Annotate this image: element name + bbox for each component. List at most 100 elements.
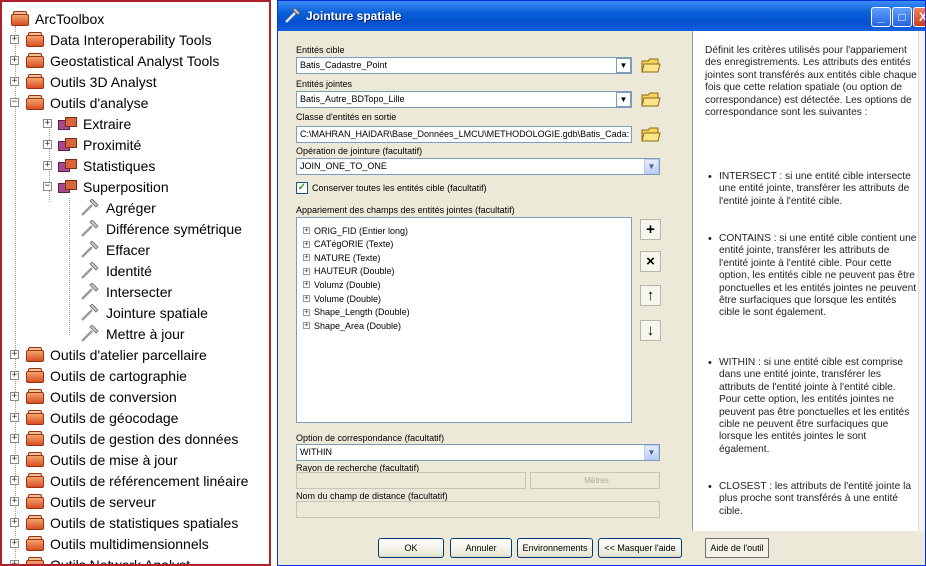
chevron-down-icon[interactable]: ▼ [644,159,659,174]
tree-tool-item[interactable]: Mettre à jour [78,323,185,344]
field-map-item[interactable]: + Volume (Double) [303,292,381,305]
field-map-list[interactable]: + ORIG_FID (Entier long) + CATégORIE (Texte… [296,217,632,423]
help-panel[interactable]: Définit les critères utilisés pour l'app… [692,31,925,531]
ok-button[interactable]: OK [378,538,444,558]
join-operation-select[interactable]: JOIN_ONE_TO_ONE [296,158,660,175]
field-map-item[interactable]: + NATURE (Texte) [303,251,380,264]
collapse-icon[interactable]: − [43,182,52,191]
expand-icon[interactable]: + [303,227,310,234]
tree-item-label: Intersecter [106,283,173,300]
add-field-button[interactable]: + [640,219,661,240]
field-map-item[interactable]: + Volumz (Double) [303,278,381,291]
expand-icon[interactable]: + [43,140,52,149]
expand-icon[interactable]: + [10,77,19,86]
help-scrollbar[interactable] [918,31,925,531]
tree-toolbox-item[interactable]: + Outils Network Analyst [10,554,191,566]
tree-toolbox-item[interactable]: + Outils de cartographie [10,365,187,386]
tree-toolbox-item[interactable]: − Outils d'analyse [10,92,148,113]
field-map-item[interactable]: + Shape_Area (Double) [303,319,401,332]
chevron-down-icon[interactable]: ▼ [616,58,631,73]
environments-button[interactable]: Environnements [517,538,593,558]
tree-tool-item[interactable]: Jointure spatiale [78,302,208,323]
tree-toolbox-item[interactable]: + Outils 3D Analyst [10,71,157,92]
expand-icon[interactable]: + [303,322,310,330]
move-up-button[interactable]: ↑ [640,285,661,306]
chevron-down-icon[interactable]: ▼ [616,92,631,107]
field-map-item[interactable]: + HAUTEUR (Double) [303,265,395,278]
join-features-input[interactable]: Batis_Autre_BDTopo_Lille [296,91,632,108]
tree-tool-item[interactable]: Intersecter [78,281,172,302]
expand-icon[interactable]: + [303,267,310,275]
tool-help-button[interactable]: Aide de l'outil [705,538,769,558]
expand-icon[interactable]: + [10,371,19,380]
tree-tool-item[interactable]: Différence symétrique [78,218,242,239]
expand-icon[interactable]: + [303,295,310,302]
tree-toolbox-item[interactable]: + Outils de statistiques spatiales [10,512,238,533]
field-name: Volumz (Double) [314,279,381,290]
expand-icon[interactable]: + [43,119,52,128]
collapse-icon[interactable]: − [10,98,19,107]
expand-icon[interactable]: + [10,518,19,527]
expand-icon[interactable]: + [10,539,19,548]
expand-icon[interactable]: + [10,476,19,485]
expand-icon[interactable]: + [10,455,19,464]
expand-icon[interactable]: + [10,56,19,65]
expand-icon[interactable]: + [10,392,19,401]
hammer-icon [81,240,99,258]
expand-icon[interactable]: + [43,161,52,170]
expand-icon[interactable]: + [10,350,19,359]
field-name: Shape_Length (Double) [314,307,410,318]
tree-toolbox-item[interactable]: + Geostatistical Analyst Tools [10,50,219,71]
distance-field-input [296,501,660,518]
output-features-input[interactable]: C:\MAHRAN_HAIDAR\Base_Données_LMCU\METHO… [296,126,632,143]
close-button[interactable]: X [913,7,925,27]
tree-tool-item[interactable]: Effacer [78,239,150,260]
match-option-select[interactable]: WITHIN [296,444,660,461]
field-map-item[interactable]: + CATégORIE (Texte) [303,238,393,251]
tree-toolbox-item[interactable]: + Outils multidimensionnels [10,533,209,554]
tree-toolbox-item[interactable]: + Outils de conversion [10,386,177,407]
tree-toolbox-item[interactable]: + Outils de serveur [10,491,156,512]
tree-toolset-item[interactable]: + Statistiques [43,155,155,176]
tree-item-label: Outils Network Analyst [50,556,191,566]
chevron-down-icon[interactable]: ▼ [644,445,659,460]
expand-icon[interactable]: + [303,240,310,248]
tree-toolbox-item[interactable]: + Outils de référencement linéaire [10,470,248,491]
tree-toolbox-item[interactable]: + Data Interoperability Tools [10,29,212,50]
expand-icon[interactable]: + [10,434,19,443]
dialog-titlebar[interactable]: Jointure spatiale [278,1,925,31]
tree-toolbox-item[interactable]: + Outils de mise à jour [10,449,178,470]
expand-icon[interactable]: + [303,308,310,316]
tree-item-label: Outils d'analyse [50,94,149,111]
remove-field-button[interactable]: × [640,251,661,272]
field-map-item[interactable]: + ORIG_FID (Entier long) [303,224,408,237]
move-down-button[interactable]: ↓ [640,320,661,341]
tree-tool-item[interactable]: Agréger [78,197,156,218]
keep-all-checkbox[interactable]: ✓ [296,182,308,194]
toolbox-root[interactable]: ArcToolbox [10,8,104,29]
tree-tool-item[interactable]: Identité [78,260,152,281]
tree-toolset-item[interactable]: + Extraire [43,113,131,134]
expand-icon[interactable]: + [10,413,19,422]
parameters-form: Entités cible Batis_Cadastre_Point ▼ Ent… [294,39,686,519]
hide-help-button[interactable]: << Masquer l'aide [598,538,682,558]
expand-icon[interactable]: + [10,35,19,44]
tree-toolset-item[interactable]: − Superposition [43,176,169,197]
toolbox-icon [25,31,45,48]
tree-toolbox-item[interactable]: + Outils d'atelier parcellaire [10,344,207,365]
expand-icon[interactable]: + [10,560,19,564]
minimize-button[interactable]: _ [871,7,891,27]
tree-toolbox-item[interactable]: + Outils de géocodage [10,407,178,428]
field-map-item[interactable]: + Shape_Length (Double) [303,306,410,319]
expand-icon[interactable]: + [303,281,310,289]
expand-icon[interactable]: + [303,254,310,262]
browse-target-folder-icon[interactable] [640,55,662,75]
tree-toolset-item[interactable]: + Proximité [43,134,141,155]
browse-output-folder-icon[interactable] [640,124,662,144]
expand-icon[interactable]: + [10,497,19,506]
browse-join-folder-icon[interactable] [640,89,662,109]
cancel-button[interactable]: Annuler [450,538,512,558]
maximize-button[interactable]: □ [892,7,912,27]
tree-toolbox-item[interactable]: + Outils de gestion des données [10,428,238,449]
target-features-input[interactable]: Batis_Cadastre_Point [296,57,632,74]
